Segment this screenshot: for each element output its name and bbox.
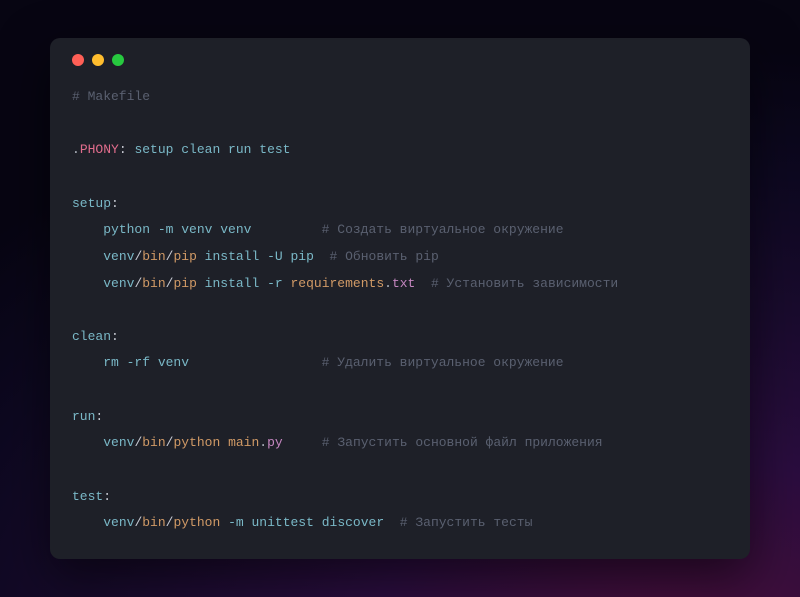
code-window: # Makefile .PHONY: setup clean run test … — [50, 38, 750, 559]
comment-header: # Makefile — [72, 89, 150, 104]
comment-test-1: # Запустить тесты — [400, 515, 533, 530]
minimize-icon[interactable] — [92, 54, 104, 66]
comment-run-1: # Запустить основной файл приложения — [322, 435, 603, 450]
comment-clean-1: # Удалить виртуальное окружение — [322, 355, 564, 370]
target-clean: clean — [72, 329, 111, 344]
comment-setup-3: # Установить зависимости — [431, 276, 618, 291]
phony-keyword: PHONY — [80, 142, 119, 157]
target-run: run — [72, 409, 95, 424]
comment-setup-2: # Обновить pip — [330, 249, 439, 264]
phony-targets: setup clean run test — [127, 142, 291, 157]
window-traffic-lights — [72, 54, 728, 66]
target-test: test — [72, 489, 103, 504]
comment-setup-1: # Создать виртуальное окружение — [322, 222, 564, 237]
close-icon[interactable] — [72, 54, 84, 66]
maximize-icon[interactable] — [112, 54, 124, 66]
target-setup: setup — [72, 196, 111, 211]
phony-colon: : — [119, 142, 127, 157]
code-block: # Makefile .PHONY: setup clean run test … — [72, 84, 728, 537]
phony-dot: . — [72, 142, 80, 157]
